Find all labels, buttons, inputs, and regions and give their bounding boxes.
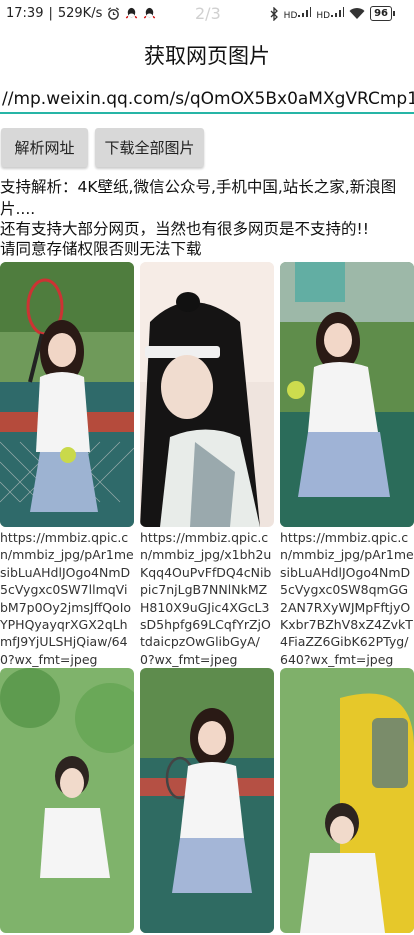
status-time: 17:39 [6, 6, 44, 21]
image-thumbnail[interactable] [280, 262, 414, 527]
network-speed: 529K/s [57, 6, 103, 21]
page-title: 获取网页图片 [144, 44, 270, 68]
image-url: https://mmbiz.qpic.cn/mmbiz_jpg/pAr1mesi… [280, 530, 414, 667]
page-indicator: 2/3 [195, 4, 221, 23]
qq-icon [126, 7, 138, 19]
image-thumbnail[interactable] [280, 668, 414, 933]
signal-1: HD [284, 6, 312, 21]
image-thumbnail[interactable] [0, 262, 134, 527]
url-input[interactable] [0, 86, 414, 114]
image-thumbnail[interactable] [0, 668, 134, 933]
image-thumbnail[interactable] [140, 262, 274, 527]
signal-2: HD [316, 6, 345, 21]
image-item[interactable] [140, 668, 274, 935]
download-all-button[interactable]: 下载全部图片 [95, 128, 204, 167]
bluetooth-icon [270, 6, 278, 21]
image-item[interactable] [0, 668, 134, 935]
image-item[interactable]: https://mmbiz.qpic.cn/mmbiz_jpg/pAr1mesi… [0, 262, 134, 668]
image-thumbnail[interactable] [140, 668, 274, 933]
image-item[interactable]: https://mmbiz.qpic.cn/mmbiz_jpg/x1bh2uKq… [140, 262, 274, 668]
image-item[interactable]: https://mmbiz.qpic.cn/mmbiz_jpg/pAr1mesi… [280, 262, 414, 668]
alarm-icon [108, 7, 120, 20]
supported-sites-text: 支持解析：4K壁纸,微信公众号,手机中国,站长之家,新浪图片.... [0, 178, 397, 218]
image-url: https://mmbiz.qpic.cn/mmbiz_jpg/pAr1mesi… [0, 530, 134, 667]
disclaimer-text: 还有支持大部分网页，当然也有很多网页是不支持的!! [0, 220, 369, 238]
status-right: HD HD 96 [269, 6, 395, 21]
image-url: https://mmbiz.qpic.cn/mmbiz_jpg/x1bh2uKq… [140, 530, 272, 667]
status-left: 17:39 | 529K/s [6, 6, 156, 21]
qq-icon [144, 7, 156, 19]
battery-indicator: 96 [370, 6, 395, 21]
image-item[interactable] [280, 668, 414, 935]
permission-notice: 请同意存储权限否则无法下载 [0, 240, 202, 258]
wifi-icon [349, 8, 365, 19]
parse-url-button[interactable]: 解析网址 [1, 128, 88, 167]
status-bar: 17:39 | 529K/s 2/3 HD HD 96 [0, 0, 414, 30]
